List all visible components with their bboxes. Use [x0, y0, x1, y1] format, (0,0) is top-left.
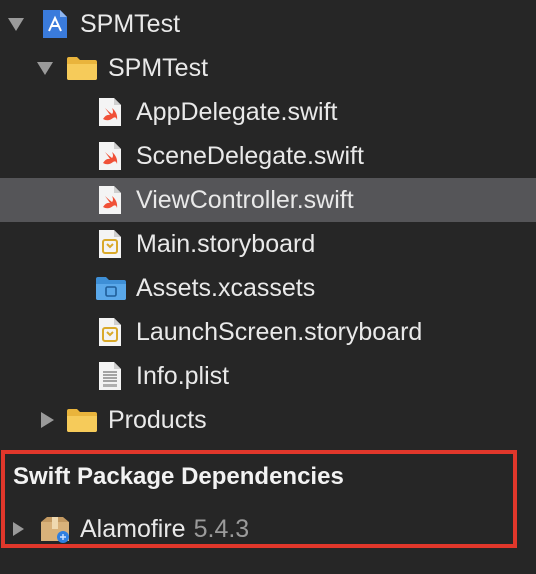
- products-row[interactable]: Products: [0, 398, 536, 442]
- disclosure-expanded-icon[interactable]: [36, 59, 54, 77]
- file-row-appdelegate[interactable]: AppDelegate.swift: [0, 90, 536, 134]
- folder-icon: [67, 409, 97, 432]
- asset-catalog-icon: [96, 277, 126, 300]
- disclosure-expanded-icon[interactable]: [7, 15, 25, 33]
- file-row-assets[interactable]: Assets.xcassets: [0, 266, 536, 310]
- swift-file-icon: [99, 186, 121, 214]
- storyboard-file-icon: [99, 318, 121, 346]
- file-label: AppDelegate.swift: [136, 98, 338, 126]
- file-label: Info.plist: [136, 362, 230, 390]
- highlight-box: [1, 450, 517, 548]
- plist-file-icon: [99, 362, 121, 390]
- file-row-launchscreen[interactable]: LaunchScreen.storyboard: [0, 310, 536, 354]
- file-label: Main.storyboard: [136, 230, 316, 258]
- storyboard-file-icon: [99, 230, 121, 258]
- xcode-project-icon: [43, 10, 67, 38]
- products-label: Products: [108, 406, 207, 434]
- file-row-main-storyboard[interactable]: Main.storyboard: [0, 222, 536, 266]
- file-row-viewcontroller[interactable]: ViewController.swift: [0, 178, 536, 222]
- file-label: LaunchScreen.storyboard: [136, 318, 423, 346]
- group-row[interactable]: SPMTest: [0, 46, 536, 90]
- folder-icon: [67, 57, 97, 80]
- file-row-infoplist[interactable]: Info.plist: [0, 354, 536, 398]
- group-label: SPMTest: [108, 54, 209, 82]
- file-row-scenedelegate[interactable]: SceneDelegate.swift: [0, 134, 536, 178]
- disclosure-collapsed-icon[interactable]: [38, 411, 56, 429]
- project-row[interactable]: SPMTest: [0, 2, 536, 46]
- file-label: Assets.xcassets: [136, 274, 316, 302]
- project-label: SPMTest: [80, 10, 181, 38]
- swift-file-icon: [99, 142, 121, 170]
- file-label: ViewController.swift: [136, 186, 354, 214]
- file-label: SceneDelegate.swift: [136, 142, 364, 170]
- swift-file-icon: [99, 98, 121, 126]
